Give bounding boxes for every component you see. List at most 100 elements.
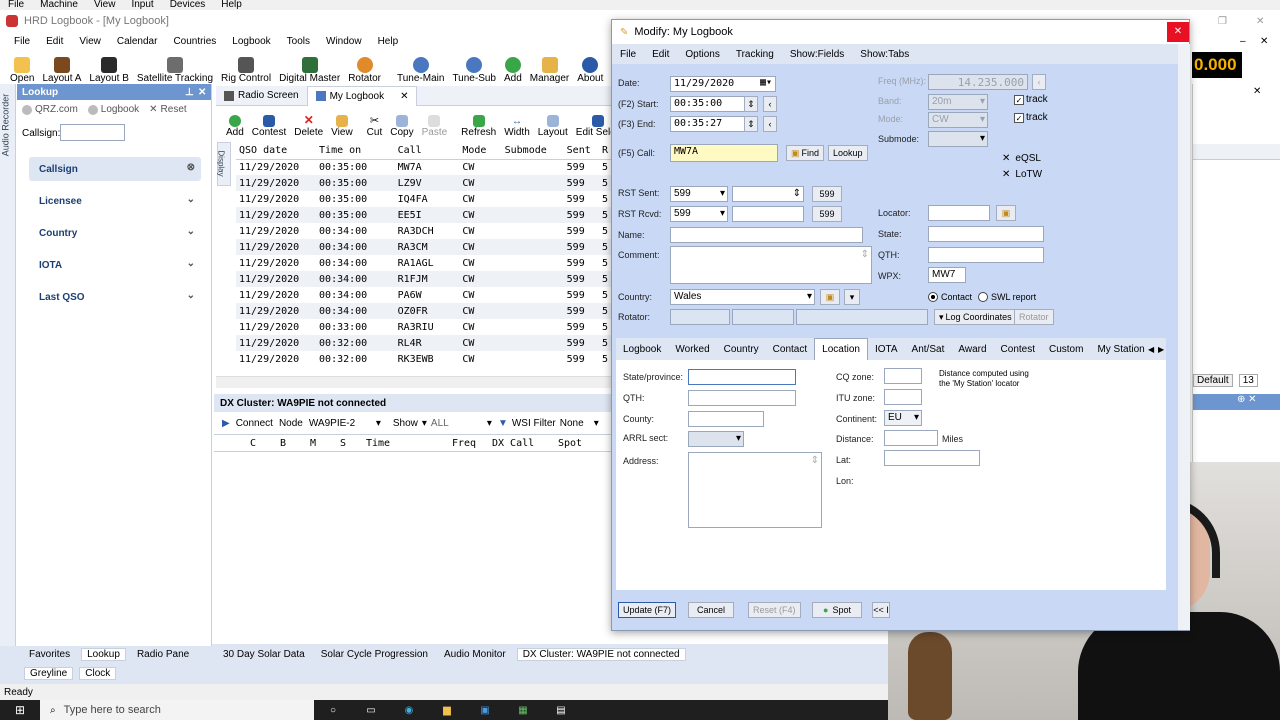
tab-award[interactable]: Award [951, 338, 993, 360]
swl-radio[interactable]: SWL report [978, 292, 1036, 302]
sys-menu-machine[interactable]: Machine [40, 0, 78, 10]
continent-select[interactable]: EU ▾ [884, 410, 922, 426]
table-row[interactable]: 11/29/2020 00:34:00 PA6W CW 599 5 [236, 287, 611, 303]
table-row[interactable]: 11/29/2020 00:32:00 RK3EWB CW 599 5 [236, 351, 611, 367]
toolbar-tune-sub[interactable]: Tune-Sub [448, 50, 500, 84]
col-mode[interactable]: Mode [459, 143, 501, 159]
rotator-button[interactable]: Rotator [1014, 309, 1054, 325]
cancel-button[interactable]: Cancel [688, 602, 734, 618]
lookup-button[interactable]: Lookup [828, 145, 868, 161]
comment-field[interactable]: ⇕ [670, 246, 872, 284]
table-row[interactable]: 11/29/2020 00:32:00 RL4R CW 599 5 [236, 335, 611, 351]
menu-calendar[interactable]: Calendar [117, 36, 158, 47]
address-field[interactable]: ⇕ [688, 452, 822, 528]
table-row[interactable]: 11/29/2020 00:35:00 LZ9V CW 599 5 [236, 175, 611, 191]
rst-sent-599-button[interactable]: 599 [812, 186, 842, 202]
log-delete-button[interactable]: ✕ Delete [290, 108, 327, 138]
end-spin[interactable]: ⇕ [744, 116, 758, 132]
rst-rcvd-599-button[interactable]: 599 [812, 206, 842, 222]
lookup-section-iota[interactable]: IOTA ⌄ [29, 253, 201, 277]
windows-start-icon[interactable]: ⊞ [0, 703, 40, 717]
rotator-field-3[interactable] [796, 309, 928, 325]
log-layout-button[interactable]: Layout [534, 108, 572, 138]
submode-select[interactable]: ▾ [928, 131, 988, 147]
mode-select[interactable]: CW ▾ [928, 112, 988, 128]
sys-menu-help[interactable]: Help [221, 0, 242, 10]
log-paste-button[interactable]: Paste [418, 108, 452, 138]
band-track-checkbox[interactable]: ✓ track [1014, 94, 1048, 105]
lotw-flag[interactable]: ✕ LoTW [1002, 169, 1042, 180]
table-row[interactable]: 11/29/2020 00:34:00 R1FJM CW 599 5 [236, 271, 611, 287]
table-row[interactable]: 11/29/2020 00:35:00 MW7A CW 599 5 [236, 159, 611, 175]
display-strip[interactable]: Display [217, 142, 231, 186]
dialog-menu-options[interactable]: Options [685, 49, 719, 60]
dx-filter-select[interactable]: ▼ WSI Filter None ▾ [498, 418, 599, 429]
start-now-button[interactable]: ‹ [763, 96, 777, 112]
rst-sent-select[interactable]: 599 ▾ [670, 186, 728, 202]
tab-my-station[interactable]: My Station [1090, 338, 1151, 360]
menu-file[interactable]: File [14, 36, 30, 47]
edge-icon[interactable]: ◉ [390, 705, 428, 716]
lookup-section-country[interactable]: Country ⌄ [29, 221, 201, 245]
arrl-select[interactable]: ▾ [688, 431, 744, 447]
menu-logbook[interactable]: Logbook [232, 36, 270, 47]
pin-icon[interactable]: ⊥ [185, 87, 194, 98]
play-icon[interactable]: ▶ [222, 418, 230, 429]
sys-menu-view[interactable]: View [94, 0, 116, 10]
toolbar-open[interactable]: Open [6, 50, 38, 84]
table-row[interactable]: 11/29/2020 00:34:00 OZ0FR CW 599 5 [236, 303, 611, 319]
tab-worked[interactable]: Worked [668, 338, 716, 360]
dx-show-select[interactable]: Show ▾ ALL ▾ [393, 418, 492, 429]
tab-contest[interactable]: Contest [994, 338, 1042, 360]
lookup-close-icon[interactable]: ✕ [198, 87, 206, 98]
tab-my-logbook[interactable]: My Logbook ✕ [306, 85, 418, 106]
call-field[interactable]: MW7A [670, 144, 778, 162]
qrz-option[interactable]: QRZ.com [22, 104, 78, 115]
tab-custom[interactable]: Custom [1042, 338, 1090, 360]
menu-tools[interactable]: Tools [287, 36, 310, 47]
lookup-section-callsign[interactable]: Callsign ⊗ [29, 157, 201, 181]
app-icon-3[interactable]: ▤ [542, 705, 580, 716]
log-coordinates-button[interactable]: ▾ Log Coordinates [934, 309, 1017, 325]
menu-edit[interactable]: Edit [46, 36, 63, 47]
audio-recorder-strip[interactable]: Audio Recorder [0, 84, 16, 646]
dialog-menu-show-fields[interactable]: Show:Fields [790, 49, 844, 60]
col-submode[interactable]: Submode [502, 143, 564, 159]
dx-connect-button[interactable]: Connect [236, 418, 273, 429]
eqsl-flag[interactable]: ✕ eQSL [1002, 153, 1041, 164]
country-browse-button[interactable]: ▣ [820, 289, 840, 305]
log-view-button[interactable]: View [327, 108, 357, 138]
menu-help[interactable]: Help [378, 36, 399, 47]
table-row[interactable]: 11/29/2020 00:34:00 RA3CM CW 599 5 [236, 239, 611, 255]
locator-map-button[interactable]: ▣ [996, 205, 1016, 221]
county-field[interactable] [688, 411, 764, 427]
tab-radio-pane[interactable]: Radio Pane [132, 649, 194, 660]
log-copy-button[interactable]: Copy [386, 108, 417, 138]
mode-track-checkbox[interactable]: ✓ track [1014, 112, 1048, 123]
tab-scroll-left-icon[interactable]: ◀ [1148, 345, 1154, 354]
state-province-field[interactable] [688, 369, 796, 385]
toolbar-rotator[interactable]: Rotator [344, 50, 385, 84]
log-horizontal-scrollbar[interactable] [216, 376, 611, 388]
table-row[interactable]: 11/29/2020 00:34:00 RA3DCH CW 599 5 [236, 223, 611, 239]
toolbar-digital-master[interactable]: Digital Master [275, 50, 344, 84]
reset-option[interactable]: ✕ Reset [149, 104, 187, 115]
sys-menu-file[interactable]: File [8, 0, 24, 10]
dx-col-dx-call[interactable]: DX Call [492, 438, 558, 449]
date-field[interactable]: 11/29/2020 ▦▾ [670, 76, 776, 92]
contact-radio[interactable]: Contact [928, 292, 972, 302]
start-spin[interactable]: ⇕ [744, 96, 758, 112]
calendar-icon[interactable]: ▦▾ [760, 77, 772, 88]
tab-dx-cluster[interactable]: DX Cluster: WA9PIE not connected [516, 647, 686, 661]
toolbar-add[interactable]: Add [500, 50, 526, 84]
log-cut-button[interactable]: ✂ Cut [363, 108, 387, 138]
tab-solar-data[interactable]: 30 Day Solar Data [218, 649, 310, 660]
dx-col-c[interactable]: C [250, 438, 280, 449]
country-more-button[interactable]: ▾ [844, 289, 860, 305]
tab-solar-cycle[interactable]: Solar Cycle Progression [316, 649, 433, 660]
close-icon[interactable]: ✕ [1256, 16, 1264, 27]
tab-logbook[interactable]: Logbook [616, 338, 668, 360]
toolbar-about[interactable]: About [573, 50, 607, 84]
freq-field[interactable]: 14.235.000 [928, 74, 1028, 90]
explorer-icon[interactable]: ▆ [428, 705, 466, 716]
